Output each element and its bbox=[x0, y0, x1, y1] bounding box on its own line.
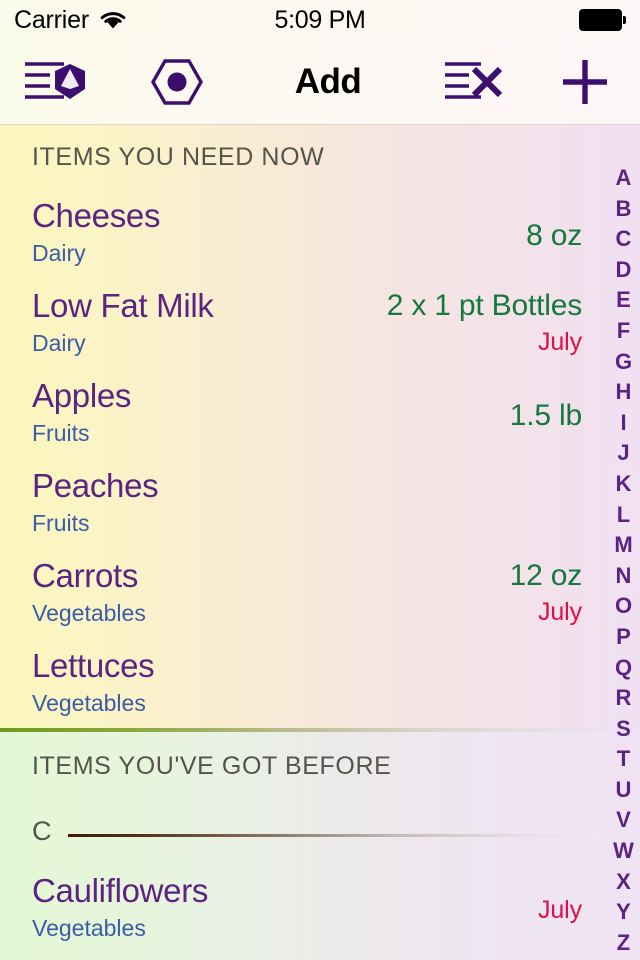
item-quantity: 12 oz bbox=[509, 559, 583, 592]
alpha-index-v[interactable]: V bbox=[607, 805, 640, 836]
item-button[interactable] bbox=[118, 40, 236, 125]
section-items-before: ITEMS YOU'VE GOT BEFORE C Cauliflowers V… bbox=[0, 732, 640, 960]
alpha-index-b[interactable]: B bbox=[607, 194, 640, 225]
item-category: Fruits bbox=[32, 510, 90, 536]
app-root: Carrier 5:09 PM Add ITEMS YOU NEED NOW C… bbox=[0, 0, 640, 960]
alpha-index-z[interactable]: Z bbox=[607, 928, 640, 959]
alpha-index-e[interactable]: E bbox=[607, 285, 640, 316]
alpha-index-w[interactable]: W bbox=[607, 836, 640, 867]
alpha-index-rule bbox=[68, 834, 600, 837]
alpha-index-l[interactable]: L bbox=[607, 500, 640, 531]
status-bar: Carrier 5:09 PM bbox=[0, 0, 640, 40]
alpha-index-h[interactable]: H bbox=[607, 377, 640, 408]
item-quantity: 8 oz bbox=[526, 219, 582, 252]
section-items-needed: ITEMS YOU NEED NOW Cheeses Dairy 8 oz Lo… bbox=[0, 125, 640, 728]
hexagon-dot-icon bbox=[151, 59, 203, 105]
item-name: Apples bbox=[32, 377, 132, 414]
clear-button[interactable] bbox=[420, 40, 530, 125]
add-button[interactable] bbox=[530, 40, 640, 125]
alpha-index-p[interactable]: P bbox=[607, 622, 640, 653]
alpha-index-c[interactable]: C bbox=[607, 224, 640, 255]
item-name: Low Fat Milk bbox=[32, 287, 214, 324]
alpha-index-s[interactable]: S bbox=[607, 714, 640, 745]
alpha-index-y[interactable]: Y bbox=[607, 897, 640, 928]
item-date: July bbox=[537, 328, 582, 356]
lists-button[interactable] bbox=[0, 40, 118, 125]
item-category: Vegetables bbox=[32, 600, 146, 626]
alpha-index-letter: C bbox=[32, 816, 52, 846]
alpha-index-g[interactable]: G bbox=[607, 347, 640, 378]
item-quantity: 1.5 lb bbox=[509, 399, 582, 432]
alpha-index-x[interactable]: X bbox=[607, 867, 640, 898]
section-header-before: ITEMS YOU'VE GOT BEFORE bbox=[32, 752, 392, 780]
alpha-index-k[interactable]: K bbox=[607, 469, 640, 500]
alpha-index-u[interactable]: U bbox=[607, 775, 640, 806]
alpha-index-t[interactable]: T bbox=[607, 744, 640, 775]
item-date: July bbox=[537, 896, 582, 924]
list-content: ITEMS YOU NEED NOW Cheeses Dairy 8 oz Lo… bbox=[0, 125, 640, 960]
section-header-needed: ITEMS YOU NEED NOW bbox=[32, 143, 325, 171]
alpha-index-j[interactable]: J bbox=[607, 438, 640, 469]
list-gem-icon bbox=[25, 62, 85, 99]
item-category: Dairy bbox=[32, 240, 86, 266]
item-name: Cheeses bbox=[32, 197, 161, 234]
status-bar-right bbox=[579, 9, 626, 31]
item-name: Carrots bbox=[32, 557, 139, 594]
alpha-index-m[interactable]: M bbox=[607, 530, 640, 561]
alpha-index-a[interactable]: A bbox=[607, 163, 640, 194]
item-name: Lettuces bbox=[32, 647, 155, 684]
alpha-index-f[interactable]: F bbox=[607, 316, 640, 347]
alpha-index-q[interactable]: Q bbox=[607, 653, 640, 684]
alphabet-index-bar[interactable]: ABCDEFGHIJKLMNOPQRSTUVWXYZ# bbox=[607, 125, 640, 960]
item-category: Vegetables bbox=[32, 690, 146, 716]
item-name: Cauliflowers bbox=[32, 872, 209, 909]
list-x-icon bbox=[445, 62, 503, 99]
item-category: Dairy bbox=[32, 330, 86, 356]
item-date: July bbox=[537, 598, 582, 626]
alpha-index-row: C bbox=[0, 814, 640, 852]
page-title: Add bbox=[294, 62, 362, 101]
item-category: Vegetables bbox=[32, 915, 146, 941]
alpha-index-d[interactable]: D bbox=[607, 255, 640, 286]
battery-full-icon bbox=[579, 9, 626, 31]
item-category: Fruits bbox=[32, 420, 90, 446]
item-quantity: 2 x 1 pt Bottles bbox=[386, 289, 582, 322]
status-bar-left: Carrier bbox=[14, 6, 128, 35]
wifi-icon bbox=[100, 12, 126, 29]
plus-icon bbox=[563, 60, 607, 104]
alpha-index-o[interactable]: O bbox=[607, 591, 640, 622]
alpha-index-n[interactable]: N bbox=[607, 561, 640, 592]
item-name: Peaches bbox=[32, 467, 159, 504]
carrier-label: Carrier bbox=[14, 5, 89, 34]
alpha-index-i[interactable]: I bbox=[607, 408, 640, 439]
alpha-index-r[interactable]: R bbox=[607, 683, 640, 714]
toolbar: Add bbox=[0, 40, 640, 125]
